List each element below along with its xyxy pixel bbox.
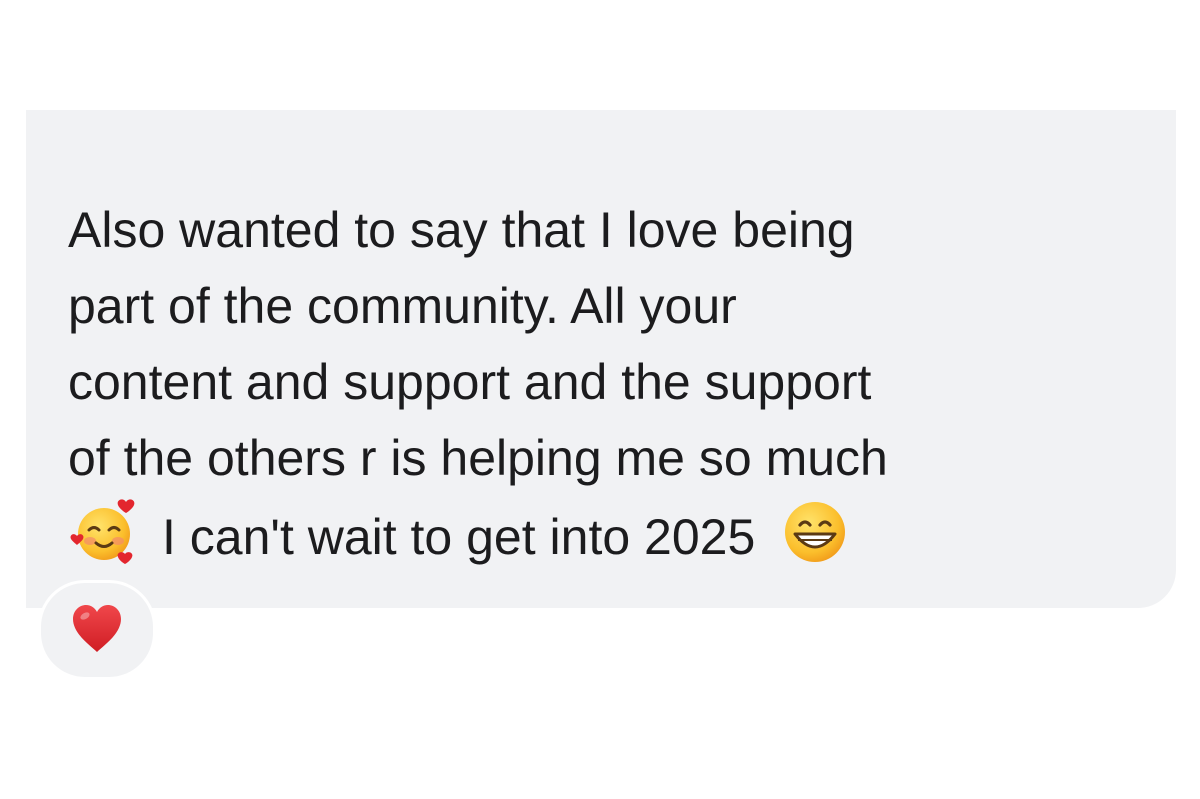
message-line: Also wanted to say that I love being [68, 202, 855, 258]
message-line: part of the community. All your [68, 278, 737, 334]
chat-screen: Also wanted to say that I love being par… [0, 0, 1200, 799]
smiling-face-with-hearts-icon [68, 496, 140, 589]
grinning-face-icon [779, 496, 851, 589]
message-last-line-text: I can't wait to get into 2025 [162, 509, 756, 565]
message-last-line: I can't wait to get into 2025 [68, 496, 1148, 589]
message-line: content and support and the support [68, 354, 872, 410]
reaction-badge[interactable] [38, 580, 156, 680]
message-line: of the others r is helping me so much [68, 430, 888, 486]
message-text: Also wanted to say that I love being par… [68, 192, 1148, 589]
red-heart-icon [69, 602, 125, 659]
